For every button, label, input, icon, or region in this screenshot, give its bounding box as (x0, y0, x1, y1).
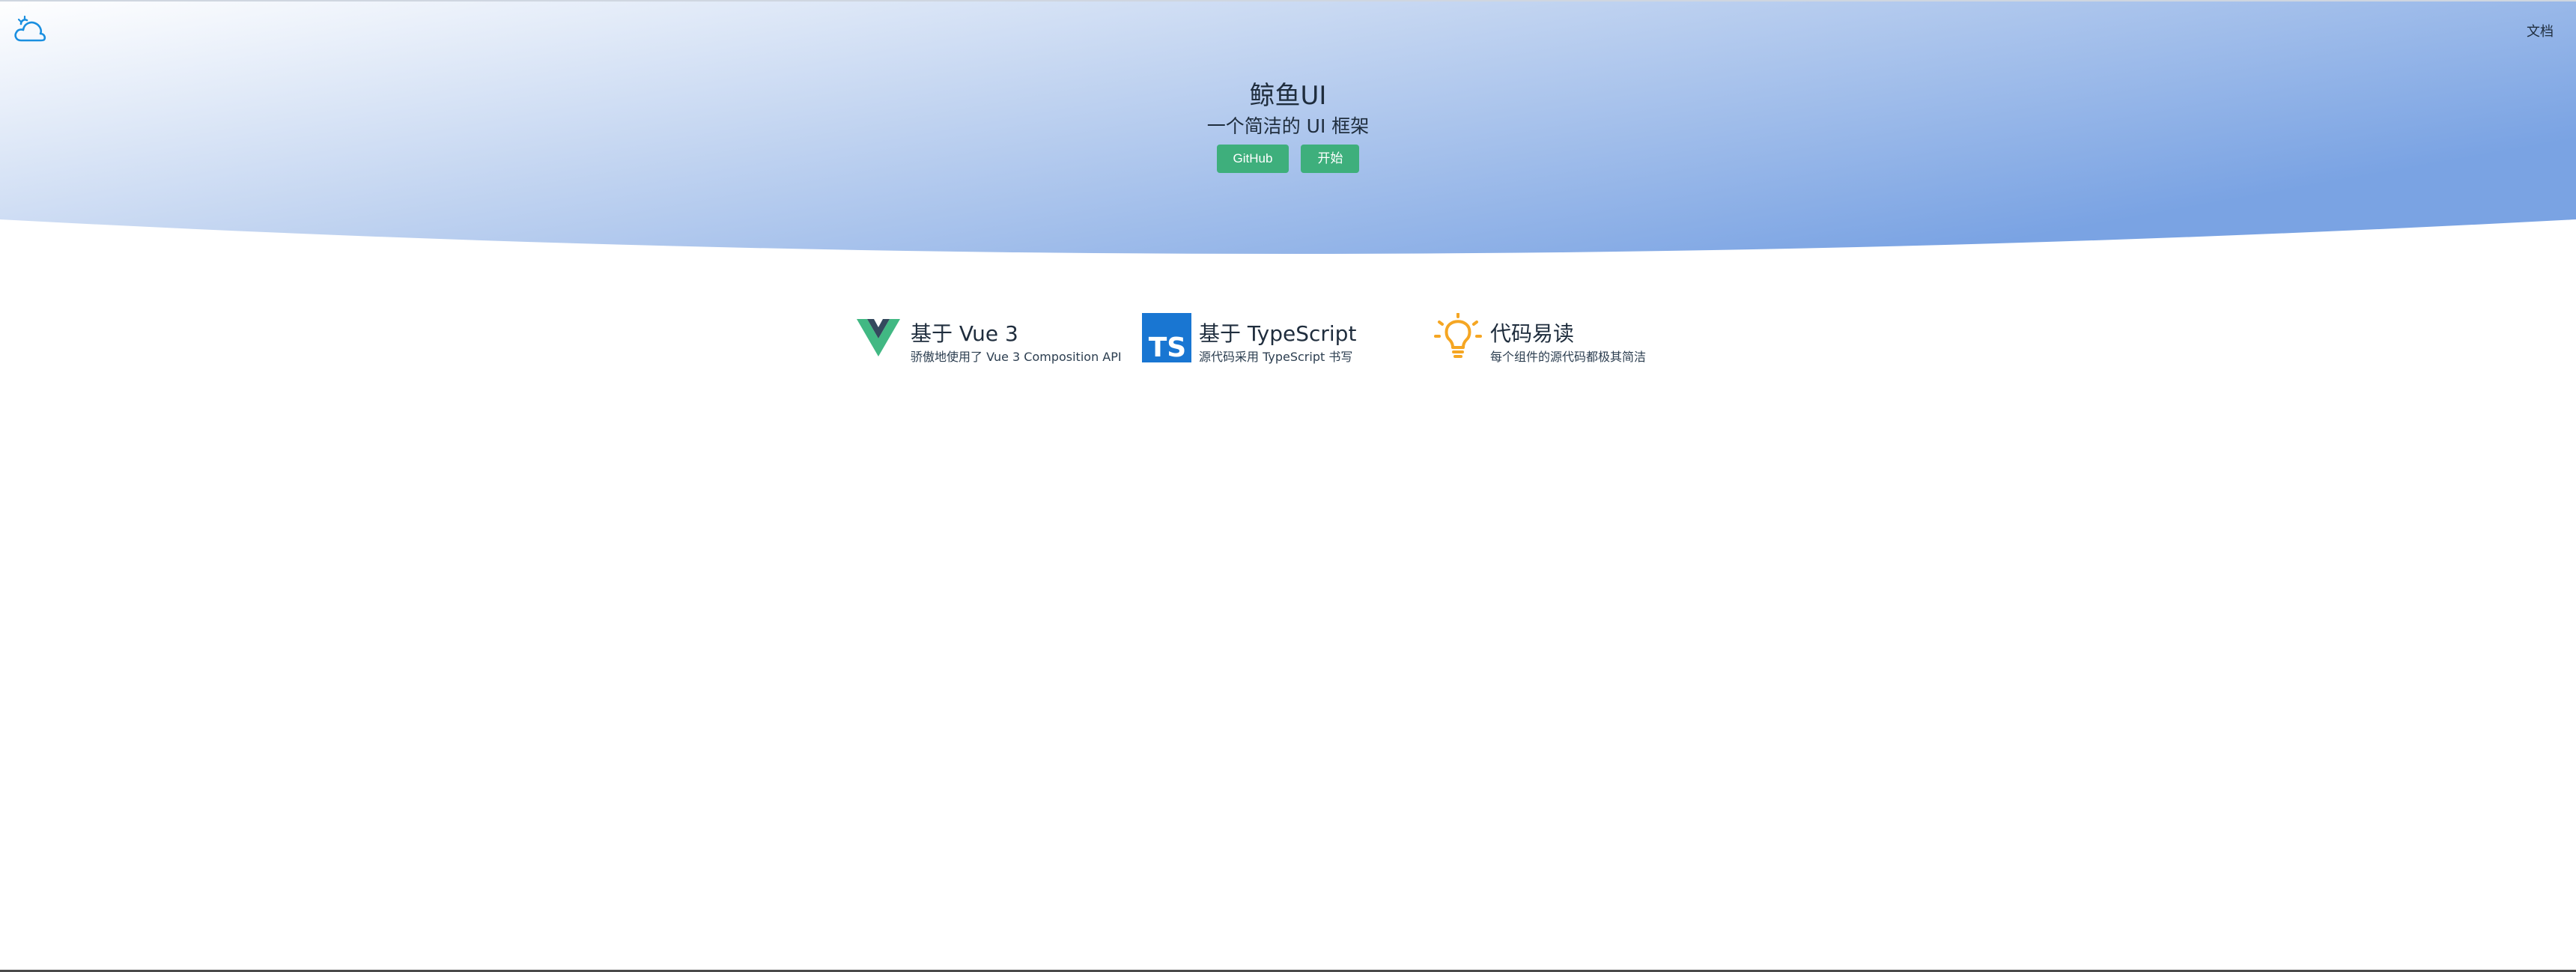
feature-list: 基于 Vue 3 骄傲地使用了 Vue 3 Composition API TS… (0, 312, 2576, 371)
cloud-icon[interactable] (12, 15, 48, 45)
lightbulb-icon (1433, 312, 1483, 362)
page-subtitle: 一个简洁的 UI 框架 (1206, 115, 1370, 137)
vue-logo-icon (854, 313, 903, 362)
feature-readable: 代码易读 每个组件的源代码都极其简洁 (1433, 312, 1703, 371)
get-started-button[interactable]: 开始 (1301, 145, 1360, 173)
feature-description: 每个组件的源代码都极其简洁 (1490, 350, 1647, 364)
hero-actions: GitHub 开始 (0, 145, 2576, 173)
feature-typescript: TS 基于 TypeScript 源代码采用 TypeScript 书写 (1142, 312, 1412, 371)
feature-title: 基于 TypeScript (1199, 321, 1357, 346)
feature-vue: 基于 Vue 3 骄傲地使用了 Vue 3 Composition API (854, 312, 1123, 371)
home-page: 文档 鲸鱼UI 一个简洁的 UI 框架 GitHub 开始 基于 Vue 3 骄… (0, 0, 2576, 972)
window-top-border (0, 0, 2576, 1)
feature-description: 源代码采用 TypeScript 书写 (1199, 350, 1353, 364)
page-title: 鲸鱼UI (1249, 81, 1327, 111)
github-button[interactable]: GitHub (1216, 145, 1289, 173)
feature-description: 骄傲地使用了 Vue 3 Composition API (911, 350, 1122, 364)
svg-text:TS: TS (1149, 332, 1186, 362)
typescript-logo-icon: TS (1142, 313, 1191, 363)
feature-title: 基于 Vue 3 (911, 321, 1018, 346)
feature-title: 代码易读 (1490, 321, 1575, 346)
docs-link[interactable]: 文档 (2527, 21, 2554, 40)
